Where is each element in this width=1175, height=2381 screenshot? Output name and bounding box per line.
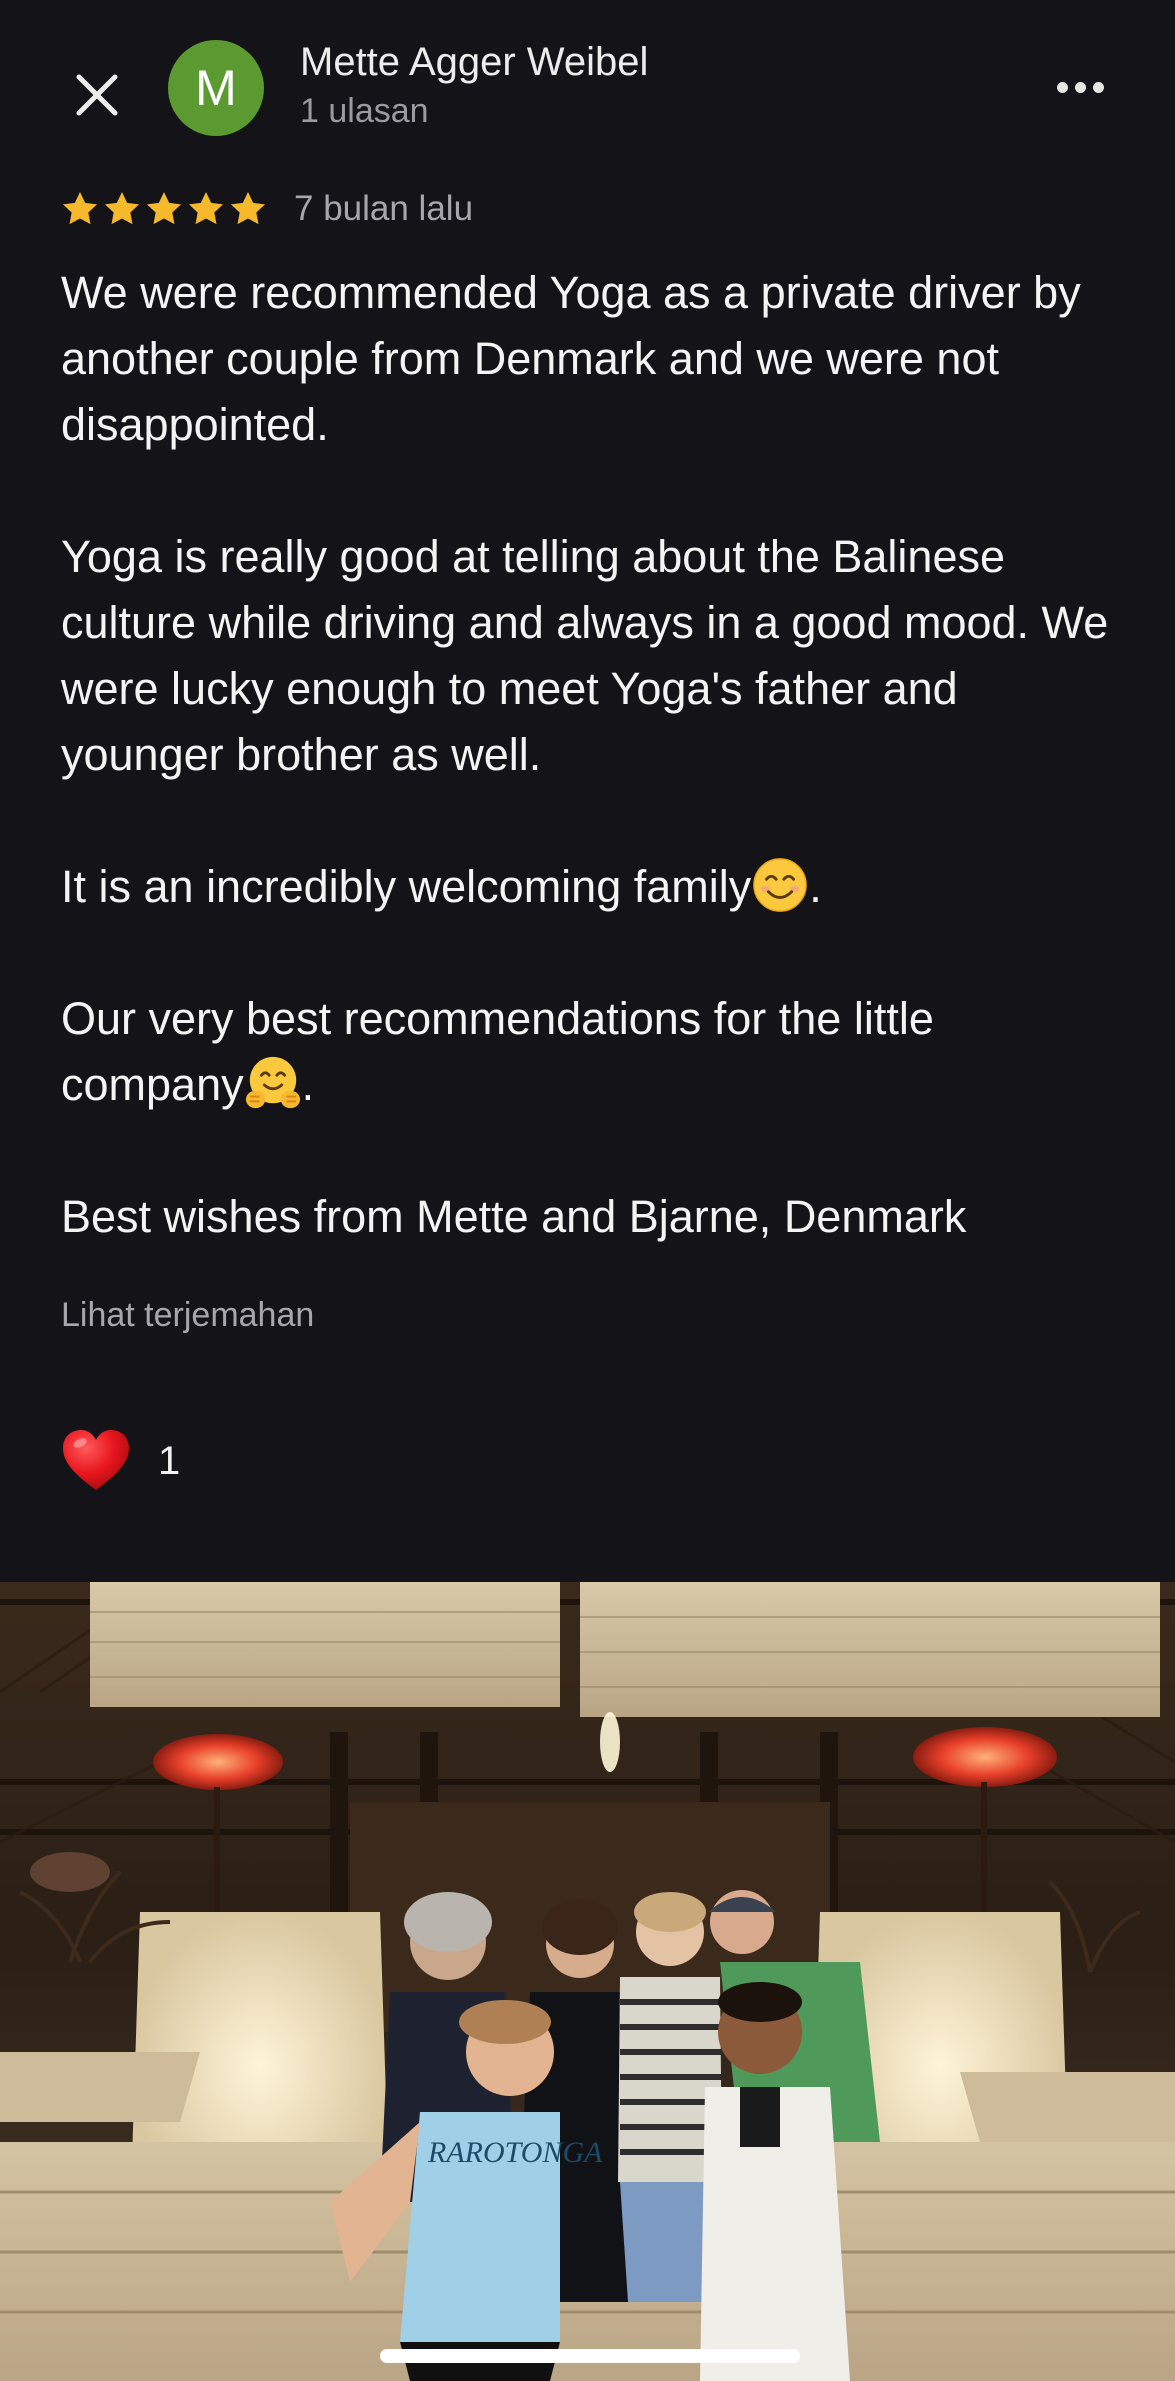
review-detail-screen: M Mette Agger Weibel 1 ulasan 7 bulan la… [0,0,1175,2381]
review-paragraph-text: Our very best recommendations for the li… [61,993,934,1110]
reaction-count: 1 [158,1438,181,1483]
review-paragraph-text: It is an incredibly welcoming family [61,861,752,912]
heart-icon [63,1430,129,1490]
review-paragraph: Best wishes from Mette and Bjarne, Denma… [61,1191,967,1242]
author-name[interactable]: Mette Agger Weibel [300,40,648,85]
hugging-face-icon [245,1056,300,1109]
avatar[interactable]: M [168,40,264,136]
home-indicator[interactable] [380,2349,800,2363]
author-review-count: 1 ulasan [300,92,429,130]
close-icon [76,74,118,116]
review-paragraph: We were recommended Yoga as a private dr… [61,267,1081,450]
star-icon [231,192,265,225]
group-photo-image: RAROTONGA [0,1582,1175,2381]
avatar-letter: M [195,60,237,116]
review-paragraph: Our very best recommendations for the li… [61,986,1121,1118]
more-options-button[interactable] [1040,62,1120,112]
review-date: 7 bulan lalu [294,189,474,228]
star-icon [105,192,139,225]
star-icon [147,192,181,225]
shirt-text: RAROTONGA [427,2136,603,2169]
rating-row: 7 bulan lalu [60,186,473,232]
review-paragraph-suffix: . [301,1059,315,1110]
smiling-face-icon [753,858,808,912]
star-icon [189,192,223,225]
like-reaction-button[interactable]: 1 [60,1425,180,1497]
see-translation-link[interactable]: Lihat terjemahan [61,1296,314,1335]
star-rating [60,189,268,229]
star-icon [63,192,97,225]
review-paragraph-suffix: . [809,861,822,912]
review-header: M Mette Agger Weibel 1 ulasan [0,0,1175,175]
review-text: We were recommended Yoga as a private dr… [61,260,1121,1250]
review-paragraph: It is an incredibly welcoming family . [61,854,1121,920]
close-button[interactable] [62,60,132,130]
more-horizontal-icon [1056,81,1068,93]
review-paragraph: Yoga is really good at telling about the… [61,531,1109,780]
review-photo[interactable]: RAROTONGA [0,1582,1175,2381]
